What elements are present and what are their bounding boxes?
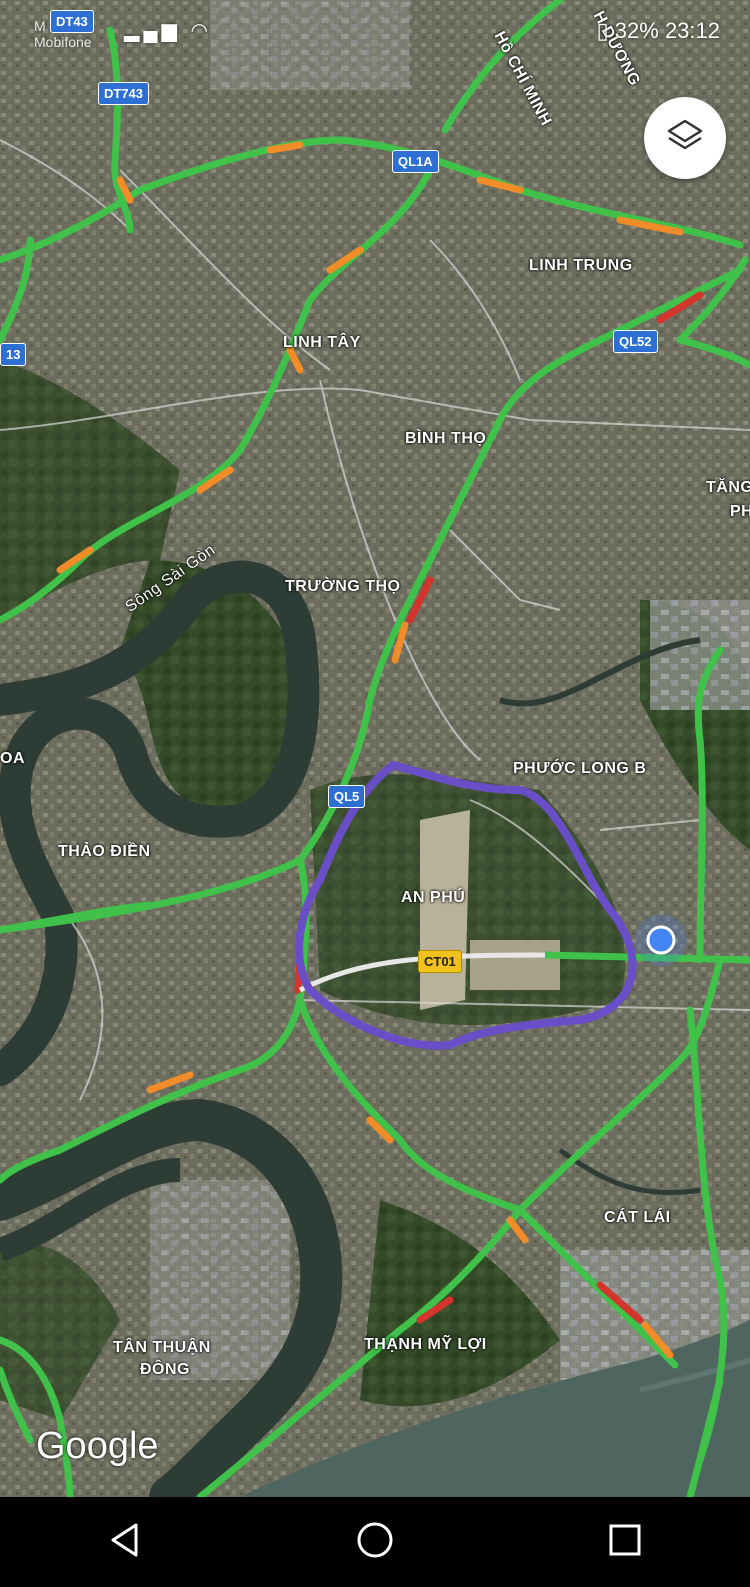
carrier-label: M Mobifone — [34, 18, 92, 50]
label-thao-dien: THẢO ĐIỀN — [58, 843, 151, 860]
layers-button[interactable] — [644, 97, 726, 179]
battery-percent: 32% — [614, 18, 659, 43]
recents-button[interactable] — [595, 1512, 655, 1572]
back-button[interactable] — [95, 1512, 155, 1572]
battery-icon: ▯ — [596, 18, 609, 43]
triangle-back-icon — [108, 1522, 142, 1563]
label-phuoc-long-b: PHƯỚC LONG B — [513, 760, 647, 777]
shield-ql52-b: QL5 — [328, 785, 366, 808]
layers-icon — [665, 116, 705, 161]
label-binh-tho: BÌNH THỌ — [405, 430, 487, 447]
shield-ql1a: QL1A — [392, 150, 439, 173]
clock: 23:12 — [664, 18, 720, 43]
wifi-icon: ◠ — [190, 20, 212, 42]
label-tang: TĂNG — [706, 479, 750, 496]
satellite-basemap — [0, 0, 750, 1497]
circle-home-icon — [356, 1521, 394, 1564]
shield-13: 13 — [0, 343, 27, 366]
google-attribution: Google — [36, 1425, 159, 1467]
label-dong: ĐÔNG — [140, 1361, 190, 1378]
shield-dt743: DT743 — [98, 82, 150, 105]
signal-wifi-icons: ▂▄▆ ◠ — [124, 18, 212, 43]
label-oa: OA — [0, 750, 25, 767]
home-button[interactable] — [345, 1512, 405, 1572]
status-right: ▯ 32% 23:12 — [597, 18, 720, 44]
label-linh-trung: LINH TRUNG — [529, 257, 633, 274]
label-tan-thuan: TÂN THUẬN — [113, 1339, 211, 1356]
map-view[interactable]: LINH TÂY LINH TRUNG BÌNH THỌ TĂNG PH TRƯ… — [0, 0, 750, 1497]
navigation-bar — [0, 1497, 750, 1587]
status-bar: M Mobifone ▂▄▆ ◠ ▯ 32% 23:12 — [0, 0, 750, 60]
shield-ql52: QL52 — [613, 330, 658, 353]
label-linh-tay: LINH TÂY — [283, 334, 361, 351]
square-recents-icon — [608, 1523, 642, 1562]
label-ph: PH — [730, 503, 750, 520]
label-an-phu: AN PHÚ — [401, 889, 466, 906]
label-thanh-my-loi: THẠNH MỸ LỢI — [364, 1336, 487, 1353]
shield-ct01: CT01 — [418, 950, 462, 973]
signal-icon: ▂▄▆ — [124, 20, 181, 42]
label-truong-tho: TRƯỜNG THỌ — [285, 578, 401, 595]
label-cat-lai: CÁT LÁI — [604, 1209, 671, 1226]
